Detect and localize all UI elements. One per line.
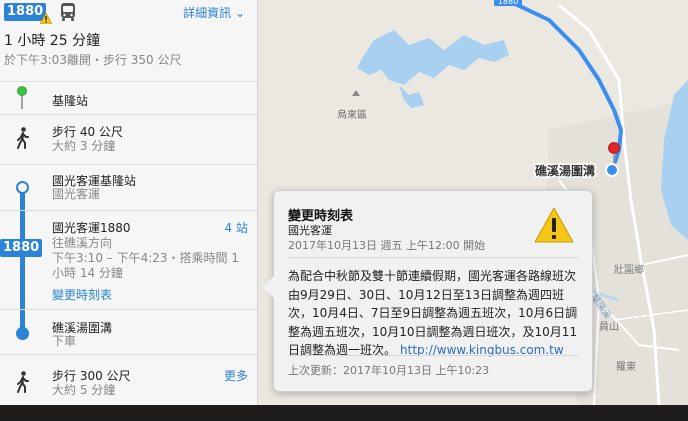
step-alight-station[interactable]: 礁溪湯圍溝 下車 (0, 309, 257, 354)
stops-count-link[interactable]: 4 站 (225, 219, 248, 236)
departure-info: 於下午3:03離開・步行 350 公尺 (4, 53, 182, 67)
line-number-badge: 1880 (0, 239, 43, 257)
town-label-yuanshan: 員山 (599, 321, 619, 333)
town-label-zhuangwei: 壯圍鄉 (614, 263, 644, 276)
route-number-badge: 1880 (4, 3, 53, 24)
popover-divider (288, 355, 578, 356)
step-title: 國光客運1880 (52, 221, 131, 235)
popover-divider (288, 257, 578, 258)
destination-pin-icon[interactable] (608, 142, 620, 154)
step-walk-2[interactable]: 步行 300 公尺 大約 5 分鐘 更多 (0, 354, 257, 405)
step-subtitle: 大約 3 分鐘 (52, 139, 116, 153)
dock-strip (0, 405, 688, 421)
popover-agency: 國光客運 (288, 224, 332, 237)
stop-marker-filled (16, 327, 29, 340)
schedule-change-popover: 變更時刻表 國光客運 2017年10月13日 週五 上午12:00 開始 為配合… (263, 190, 593, 392)
destination-label: 礁溪湯圍溝 (535, 163, 595, 178)
step-ride-duration: 小時 14 分鐘 (52, 266, 123, 280)
popover-last-updated: 上次更新：2017年10月13日 上午10:23 (288, 364, 490, 377)
directions-sidebar: 1880 詳細資訊 ⌄ 1 小時 25 分鐘 於下午3:03離開・步行 350 … (0, 0, 258, 405)
step-direction: 往礁溪方向 (52, 236, 113, 250)
step-bus-ride[interactable]: 國光客運1880 4 站 往礁溪方向 下午3:10 – 下午4:23・搭乘時間 … (0, 210, 257, 309)
warning-icon (534, 207, 574, 243)
step-start-station[interactable]: 基隆站 (0, 81, 257, 114)
details-link[interactable]: 詳細資訊 ⌄ (183, 4, 245, 21)
stop-marker-open (16, 181, 29, 194)
warning-icon (40, 13, 53, 24)
route-header: 1880 (4, 3, 78, 24)
step-subtitle: 下車 (52, 334, 77, 348)
popover-effective-date: 2017年10月13日 週五 上午12:00 開始 (288, 239, 486, 252)
road-shield-label: 1880 (498, 0, 518, 6)
change-schedule-link[interactable]: 變更時刻表 (52, 286, 112, 303)
walking-icon (17, 371, 29, 393)
step-title: 基隆站 (52, 94, 89, 108)
popover-message: 為配合中秋節及雙十節連續假期，國光客運各路線班次由9月29日、30日、10月12… (288, 267, 580, 360)
route-number-label: 1880 (7, 4, 44, 19)
town-label-luodong: 羅東 (616, 360, 636, 373)
map-pin-icon (17, 86, 27, 109)
step-walk-1[interactable]: 步行 40 公尺 大約 3 分鐘 (0, 114, 257, 164)
step-subtitle: 國光客運 (52, 187, 101, 201)
district-label: 烏來區 (337, 108, 367, 121)
walking-icon (17, 127, 29, 149)
more-link[interactable]: 更多 (224, 367, 248, 384)
destination-stop-marker[interactable] (605, 163, 619, 177)
step-board-station[interactable]: 國光客運基隆站 國光客運 (0, 164, 257, 210)
step-subtitle: 大約 5 分鐘 (52, 383, 116, 397)
popover-arrow (263, 276, 274, 298)
bus-icon (61, 3, 76, 21)
trip-duration: 1 小時 25 分鐘 (4, 33, 101, 49)
step-time-range: 下午3:10 – 下午4:23・搭乘時間 1 (52, 251, 239, 265)
